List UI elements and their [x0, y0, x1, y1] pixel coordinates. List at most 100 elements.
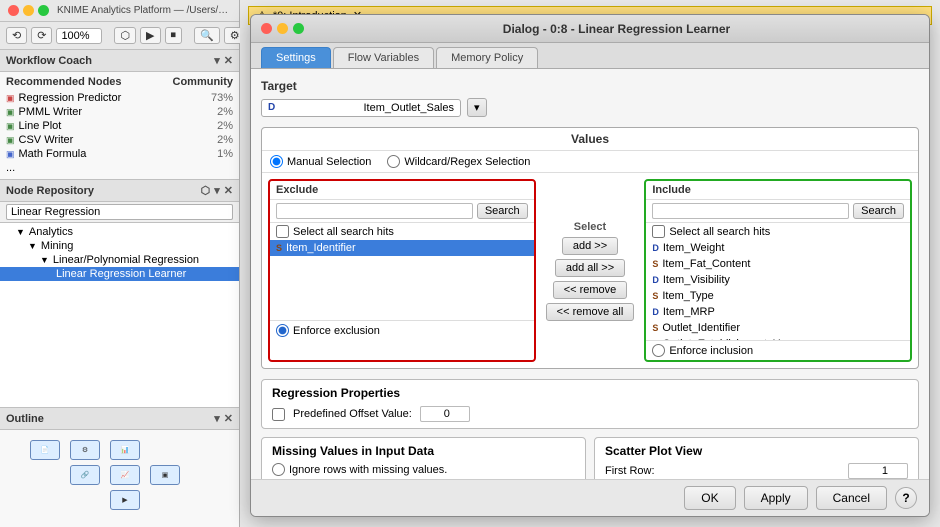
node-name-pmml-writer: PMML Writer [19, 106, 83, 118]
tree-item-linear-learner[interactable]: Linear Regression Learner [0, 267, 239, 281]
tree-item-analytics[interactable]: ▼ Analytics [0, 225, 239, 239]
include-select-all-checkbox[interactable] [652, 225, 665, 238]
wildcard-selection-radio[interactable]: Wildcard/Regex Selection [387, 155, 530, 168]
list-item[interactable]: ▣ Line Plot 2% [6, 119, 233, 133]
exclude-search-input[interactable] [276, 203, 473, 219]
target-row: D Item_Outlet_Sales ▾ [261, 98, 919, 117]
col-item-item-fat[interactable]: S Item_Fat_Content [646, 256, 910, 272]
col-item-outlet-id[interactable]: S Outlet_Identifier [646, 320, 910, 336]
col-item-item-mrp[interactable]: D Item_MRP [646, 304, 910, 320]
outline-icon-2[interactable]: ✕ [224, 412, 233, 425]
col-item-item-weight[interactable]: D Item_Weight [646, 240, 910, 256]
node-repo-icon-3[interactable]: ✕ [224, 184, 233, 197]
outline-icon-1[interactable]: ▾ [214, 412, 220, 425]
toolbar-btn-3[interactable]: ⬡ [114, 27, 136, 44]
ignore-radio-input[interactable] [272, 463, 285, 476]
list-item[interactable]: ▣ PMML Writer 2% [6, 105, 233, 119]
dialog-window: Dialog - 0:8 - Linear Regression Learner… [250, 14, 930, 517]
wildcard-radio-input[interactable] [387, 155, 400, 168]
exclude-select-all-label: Select all search hits [293, 226, 394, 238]
mini-node-3: 📊 [110, 440, 140, 460]
manual-radio-input[interactable] [270, 155, 283, 168]
node-repo-icon-1[interactable]: ⬡ [201, 184, 211, 197]
columns-area: Exclude Search Select all search hits S [262, 173, 918, 368]
list-item[interactable]: ▣ CSV Writer 2% [6, 133, 233, 147]
col-item-item-type[interactable]: S Item_Type [646, 288, 910, 304]
ignore-label: Ignore rows with missing values. [289, 464, 447, 476]
missing-values-panel: Missing Values in Input Data Ignore rows… [261, 437, 586, 479]
manual-selection-radio[interactable]: Manual Selection [270, 155, 371, 168]
node-pct-pmml-writer: 2% [217, 106, 233, 118]
node-repo-icon-2[interactable]: ▾ [214, 184, 220, 197]
main-toolbar: ⟲ ⟳ 100% ⬡ ▶ ⏹ 🔍 ⚙ [0, 22, 239, 50]
predefined-offset-input[interactable] [420, 406, 470, 422]
col-item-item-visibility[interactable]: D Item_Visibility [646, 272, 910, 288]
target-dropdown-btn[interactable]: ▾ [467, 98, 487, 117]
exclude-col-list: S Item_Identifier [270, 240, 534, 320]
col-item-item-identifier[interactable]: S Item_Identifier [270, 240, 534, 256]
toolbar-btn-1[interactable]: ⟲ [6, 27, 27, 44]
node-repository-header: Node Repository ⬡ ▾ ✕ [0, 180, 239, 202]
dialog-footer: OK Apply Cancel ? [251, 479, 929, 516]
predefined-offset-checkbox[interactable] [272, 408, 285, 421]
dialog-minimize-btn[interactable] [277, 23, 288, 34]
missing-values-options: Ignore rows with missing values. Fail on… [272, 463, 575, 479]
tree-item-linear-poly[interactable]: ▼ Linear/Polynomial Regression [0, 253, 239, 267]
node-repo-search-bar [0, 202, 239, 223]
toolbar-btn-4[interactable]: ▶ [140, 27, 160, 44]
help-button[interactable]: ? [895, 487, 917, 509]
close-window-btn[interactable] [8, 5, 19, 16]
target-select[interactable]: D Item_Outlet_Sales [261, 99, 461, 117]
tab-settings[interactable]: Settings [261, 47, 331, 68]
tree-item-mining[interactable]: ▼ Mining [0, 239, 239, 253]
remove-all-btn[interactable]: << remove all [546, 303, 635, 321]
exclude-search-btn[interactable]: Search [477, 203, 528, 219]
maximize-window-btn[interactable] [38, 5, 49, 16]
col-name-item-type: Item_Type [662, 290, 713, 302]
ok-button[interactable]: OK [684, 486, 735, 510]
dialog-titlebar: Dialog - 0:8 - Linear Regression Learner [251, 15, 929, 43]
workflow-coach-icon-1[interactable]: ▾ [214, 54, 220, 67]
traffic-lights [8, 5, 49, 16]
outline-icons: ▾ ✕ [214, 412, 233, 425]
include-search-input[interactable] [652, 203, 849, 219]
tab-memory-policy[interactable]: Memory Policy [436, 47, 538, 68]
add-btn[interactable]: add >> [562, 237, 618, 255]
minimize-window-btn[interactable] [23, 5, 34, 16]
list-item[interactable]: ▣ Regression Predictor 73% [6, 91, 233, 105]
enforce-inclusion-radio[interactable] [652, 344, 665, 357]
col-name-item-mrp: Item_MRP [663, 306, 715, 318]
selection-mode-row: Manual Selection Wildcard/Regex Selectio… [262, 151, 918, 173]
list-item[interactable]: ▣ Math Formula 1% [6, 147, 233, 161]
list-item[interactable]: ... [6, 161, 233, 175]
include-search-btn[interactable]: Search [853, 203, 904, 219]
workflow-coach-icon-2[interactable]: ✕ [224, 54, 233, 67]
node-pct-line-plot: 2% [217, 120, 233, 132]
ignore-missing-radio[interactable]: Ignore rows with missing values. [272, 463, 575, 476]
toolbar-btn-2[interactable]: ⟳ [31, 27, 52, 44]
dialog-maximize-btn[interactable] [293, 23, 304, 34]
apply-button[interactable]: Apply [744, 486, 808, 510]
repo-search-input[interactable] [6, 204, 233, 220]
dialog-tabs: Settings Flow Variables Memory Policy [251, 43, 929, 69]
mini-node-1: 📄 [30, 440, 60, 460]
toolbar-btn-5[interactable]: ⏹ [165, 27, 183, 44]
scatter-plot-panel: Scatter Plot View First Row: Row Count: [594, 437, 919, 479]
zoom-input[interactable]: 100% [56, 28, 102, 44]
first-row-input[interactable] [848, 463, 908, 479]
remove-btn[interactable]: << remove [553, 281, 628, 299]
add-all-btn[interactable]: add all >> [555, 259, 625, 277]
outline-section: Outline ▾ ✕ 📄 ⚙ 📊 🔗 📈 ▣ ▶ [0, 407, 239, 527]
enforce-exclusion-radio[interactable] [276, 324, 289, 337]
col-name-outlet-est: Outlet_Establishment_Year [662, 338, 795, 340]
dialog-close-btn[interactable] [261, 23, 272, 34]
include-select-all-row: Select all search hits [646, 223, 910, 240]
exclude-select-all-checkbox[interactable] [276, 225, 289, 238]
toolbar-btn-6[interactable]: 🔍 [194, 27, 220, 44]
tab-flow-variables[interactable]: Flow Variables [333, 47, 434, 68]
dialog-title: Dialog - 0:8 - Linear Regression Learner [314, 22, 919, 36]
workflow-coach-icons: ▾ ✕ [214, 54, 233, 67]
workflow-coach-content: Recommended Nodes Community ▣ Regression… [0, 72, 239, 180]
col-type-icon-s: S [276, 243, 282, 253]
cancel-button[interactable]: Cancel [816, 486, 887, 510]
